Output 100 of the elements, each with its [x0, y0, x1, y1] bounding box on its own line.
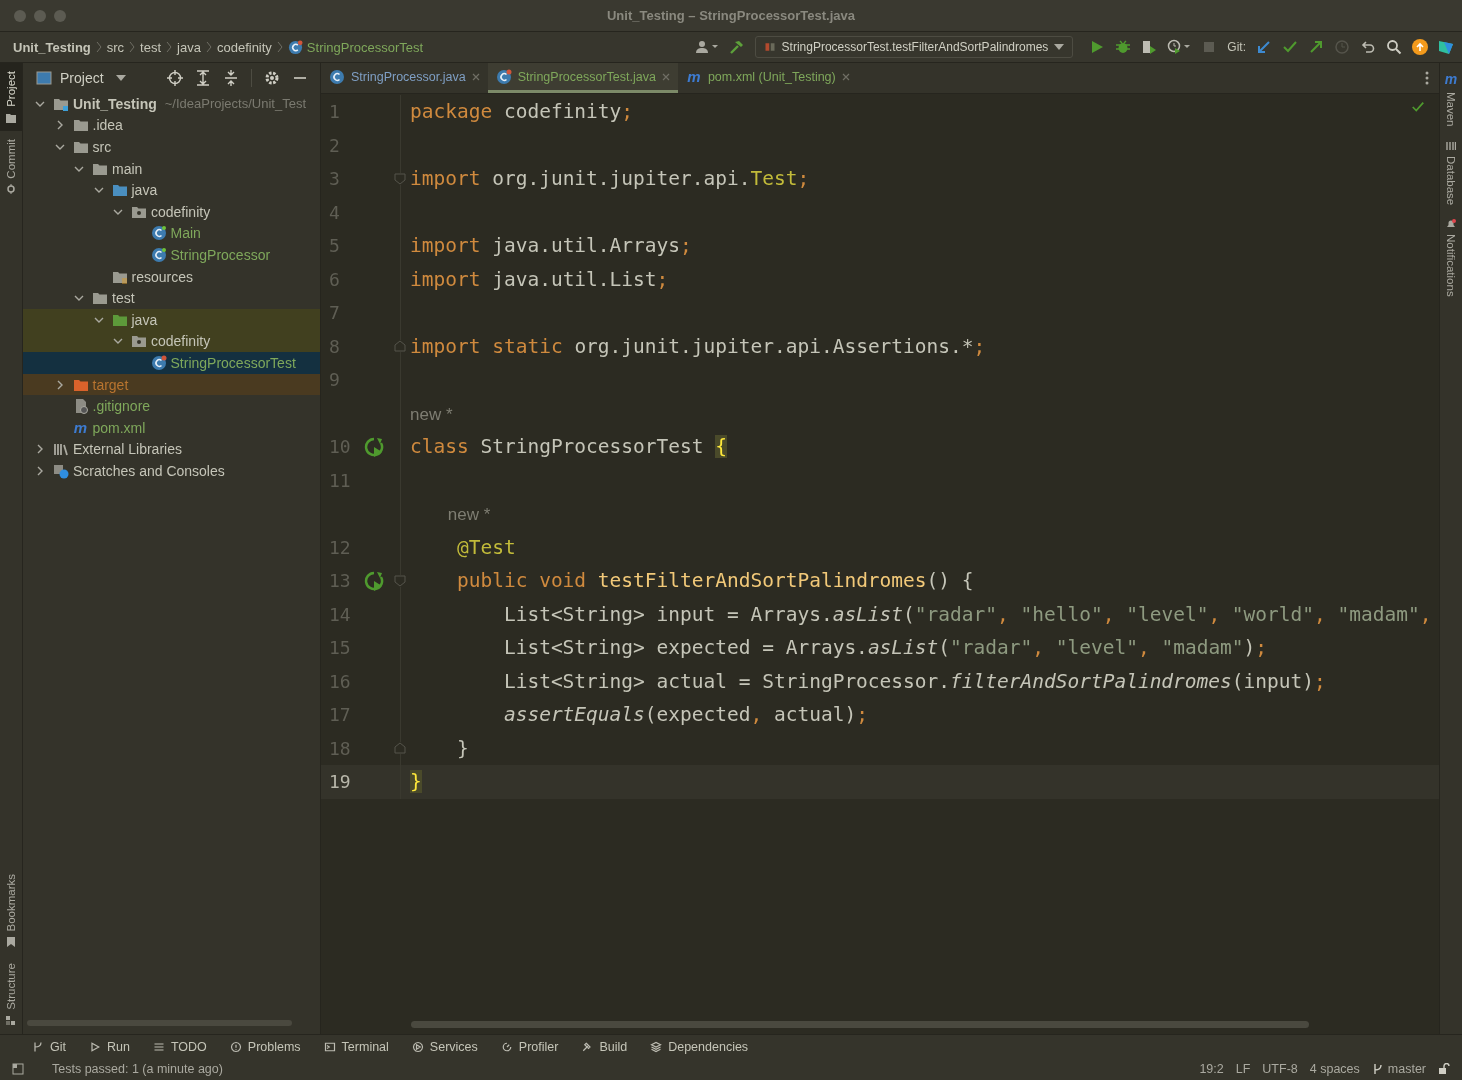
code-line: import static org.junit.jupiter.api.Assertions.*; — [409, 334, 986, 358]
expanded-chevron-icon[interactable] — [54, 142, 65, 152]
collapsed-chevron-icon[interactable] — [35, 444, 45, 455]
chevron-icon — [276, 41, 283, 53]
tool-window-button[interactable]: Structure — [0, 955, 22, 1034]
profile-icon[interactable] — [1167, 39, 1192, 55]
run-test-icon[interactable] — [364, 570, 384, 591]
branch-icon — [1371, 1063, 1384, 1075]
tree-item[interactable]: codefinity — [23, 330, 320, 353]
tool-window-button[interactable]: Bookmarks — [0, 865, 22, 956]
inlay-hint[interactable]: new * — [410, 404, 453, 424]
chevron-icon — [166, 41, 173, 53]
more-icon[interactable] — [1425, 70, 1429, 86]
tool-window-tab[interactable]: Services — [411, 1039, 478, 1054]
fold-start-icon[interactable] — [394, 574, 406, 587]
rollback-icon[interactable] — [1360, 39, 1376, 55]
collapsed-chevron-icon[interactable] — [35, 465, 45, 476]
settings-icon[interactable] — [264, 70, 280, 86]
expand-all-icon[interactable] — [195, 70, 211, 86]
tool-window-tab[interactable]: TODO — [152, 1039, 207, 1054]
hammer-icon[interactable] — [728, 39, 745, 55]
tool-window-tab[interactable]: Terminal — [323, 1039, 389, 1054]
scrollbar[interactable] — [411, 1021, 1309, 1028]
breadcrumb[interactable]: codefinity — [216, 39, 272, 55]
status-item[interactable]: 19:2 — [1199, 1062, 1224, 1076]
caret-icon[interactable] — [115, 73, 126, 83]
tool-window-button[interactable]: Commit — [0, 130, 22, 203]
tree-item[interactable]: StringProcessorTest — [23, 352, 320, 374]
folder-icon — [92, 290, 108, 307]
folder-icon — [131, 333, 147, 350]
update-available-icon[interactable] — [1412, 39, 1428, 55]
run-configuration-dropdown[interactable]: StringProcessorTest.testFilterAndSortPalindromes — [754, 36, 1074, 58]
breadcrumb[interactable]: test — [140, 39, 162, 55]
tree-item[interactable]: Main — [23, 222, 320, 245]
update-project-icon[interactable] — [1256, 39, 1272, 55]
panel-toggle-icon[interactable] — [12, 1063, 24, 1075]
class-icon — [150, 225, 167, 242]
folder-icon — [6, 112, 16, 123]
editor-tab[interactable]: StringProcessorTest.java — [487, 63, 678, 93]
tool-window-button[interactable]: Notifications — [1445, 218, 1457, 297]
breadcrumb[interactable]: src — [106, 39, 125, 55]
tree-item[interactable]: java — [23, 179, 320, 201]
caret-icon — [1054, 42, 1065, 52]
tool-window-tab[interactable]: Git — [32, 1039, 66, 1054]
locate-icon[interactable] — [167, 70, 183, 86]
tool-window-tab[interactable]: Problems — [229, 1039, 301, 1054]
project-path: ~/IdeaProjects/Unit_Test — [164, 96, 307, 112]
debug-icon[interactable] — [1115, 39, 1132, 55]
problems-icon — [229, 1040, 242, 1053]
toolbox-icon[interactable] — [1438, 39, 1454, 55]
tree-item[interactable]: .gitignore — [23, 395, 320, 417]
editor-tab[interactable]: m pom.xml (Unit_Testing) — [677, 63, 858, 93]
maven-icon: m — [72, 419, 89, 436]
inlay-hint[interactable]: new * — [447, 505, 491, 525]
coverage-icon[interactable] — [1141, 39, 1158, 55]
breadcrumb[interactable]: StringProcessorTest — [287, 39, 424, 55]
tree-item[interactable]: m pom.xml — [23, 416, 320, 439]
tree-item[interactable]: Scratches and Consoles — [23, 460, 320, 482]
tool-window-tab[interactable]: Dependencies — [650, 1039, 749, 1054]
panel-icon — [36, 70, 52, 86]
tree-item[interactable]: src — [23, 136, 320, 158]
tree-item[interactable]: External Libraries — [23, 438, 320, 461]
tree-item[interactable]: Unit_Testing ~/IdeaProjects/Unit_Test — [23, 93, 320, 115]
breadcrumb[interactable]: Unit_Testing — [13, 39, 91, 55]
editor-tab[interactable]: StringProcessor.java — [321, 63, 488, 93]
close-icon[interactable] — [471, 72, 480, 81]
tree-item[interactable]: java — [23, 308, 320, 331]
structure-icon — [6, 1016, 16, 1026]
tree-item[interactable]: main — [23, 157, 320, 180]
tool-window-button[interactable]: Project — [0, 63, 22, 131]
tree-item[interactable]: resources — [23, 265, 320, 288]
tool-window-tab[interactable]: Profiler — [500, 1039, 559, 1054]
chevron-icon — [205, 41, 212, 53]
tool-window-tab[interactable]: Build — [581, 1039, 628, 1054]
user-icon[interactable] — [694, 39, 719, 55]
panel-title-dropdown[interactable]: Project — [60, 70, 104, 86]
tree-item[interactable]: StringProcessor — [23, 244, 320, 266]
collapse-all-icon[interactable] — [223, 70, 239, 86]
tree-item[interactable]: .idea — [23, 114, 320, 137]
close-icon[interactable] — [841, 72, 850, 81]
tree-item[interactable]: test — [23, 287, 320, 309]
status-item[interactable]: 4 spaces — [1309, 1062, 1360, 1076]
bell-icon — [1446, 218, 1456, 229]
branch-widget[interactable]: master — [1371, 1062, 1426, 1076]
run-test-icon[interactable] — [364, 436, 384, 457]
tool-window-button[interactable]: m Maven — [1444, 71, 1458, 127]
commit-check-icon[interactable] — [1282, 39, 1298, 55]
status-item[interactable]: LF — [1235, 1062, 1251, 1076]
status-message[interactable]: Tests passed: 1 (a minute ago) — [52, 1062, 223, 1076]
status-item[interactable]: UTF-8 — [1262, 1062, 1298, 1076]
code-line: List<String> input = Arrays.asList("radar", "hello", "level", "world", "madam", — [502, 602, 1432, 626]
tree-item[interactable]: codefinity — [23, 200, 320, 223]
code-line: } — [455, 736, 469, 760]
lock-icon[interactable] — [1438, 1063, 1450, 1075]
tool-window-tab[interactable]: Run — [89, 1039, 130, 1054]
tool-window-button[interactable]: Database — [1445, 140, 1457, 205]
breadcrumb[interactable]: java — [177, 39, 201, 55]
push-icon[interactable] — [1308, 39, 1324, 55]
fold-start-icon[interactable] — [394, 172, 406, 185]
search-icon[interactable] — [1386, 39, 1402, 55]
